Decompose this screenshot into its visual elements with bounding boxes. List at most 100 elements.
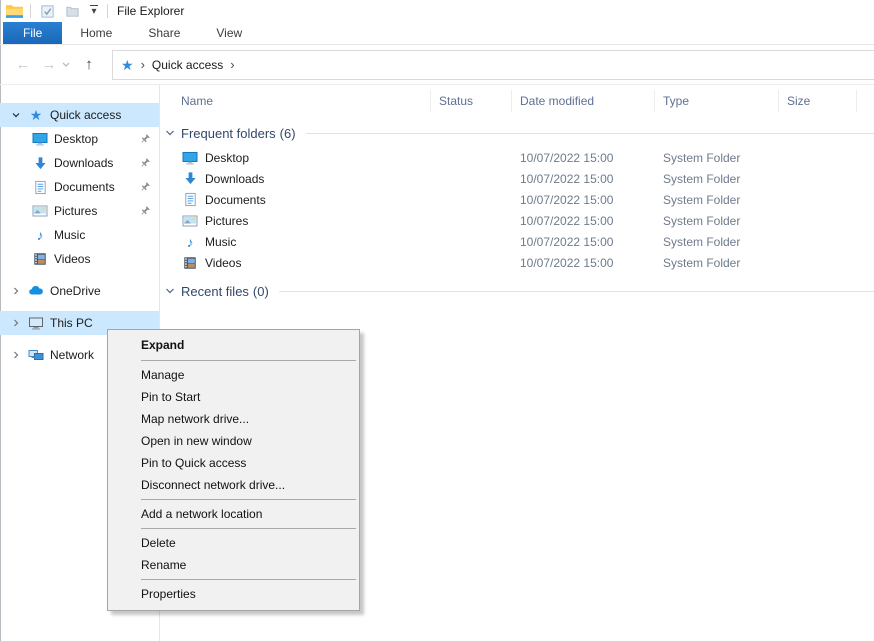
file-row-documents[interactable]: Documents 10/07/2022 15:00 System Folder [160, 189, 874, 210]
music-note-icon: ♪ [32, 227, 48, 243]
qat-properties-icon[interactable] [38, 2, 56, 20]
sidebar-item-label: OneDrive [50, 284, 101, 298]
sidebar-item-onedrive[interactable]: OneDrive [0, 279, 159, 303]
chevron-right-icon[interactable] [8, 315, 24, 331]
navigation-bar: ← → ↑ ★ › Quick access › [0, 45, 874, 85]
menu-item-delete[interactable]: Delete [108, 532, 359, 554]
breadcrumb-quick-access[interactable]: Quick access [152, 58, 223, 72]
music-note-icon: ♪ [182, 234, 198, 250]
tab-share[interactable]: Share [130, 22, 198, 44]
sidebar-item-videos[interactable]: Videos [0, 247, 159, 271]
file-row-downloads[interactable]: Downloads 10/07/2022 15:00 System Folder [160, 168, 874, 189]
menu-item-map-network-drive[interactable]: Map network drive... [108, 408, 359, 430]
column-header-status[interactable]: Status [431, 90, 512, 112]
title-bar: ▾ File Explorer [0, 0, 874, 22]
pin-icon [139, 181, 151, 193]
documents-icon [182, 192, 198, 208]
file-type: System Folder [655, 235, 779, 249]
breadcrumb-chevron-icon[interactable]: › [141, 58, 145, 71]
sidebar-item-documents[interactable]: Documents [0, 175, 159, 199]
chevron-down-icon [165, 286, 175, 296]
menu-item-add-a-network-location[interactable]: Add a network location [108, 503, 359, 525]
menu-item-expand[interactable]: Expand [108, 333, 359, 357]
frequent-folders-rows: Desktop 10/07/2022 15:00 System Folder D… [160, 147, 874, 273]
file-name: Videos [205, 256, 241, 270]
address-bar[interactable]: ★ › Quick access › [112, 50, 874, 80]
group-count: (6) [280, 126, 296, 141]
file-name: Downloads [205, 172, 264, 186]
column-header-filler [857, 90, 874, 112]
file-date-modified: 10/07/2022 15:00 [512, 235, 655, 249]
tab-file[interactable]: File [3, 22, 62, 44]
file-row-pictures[interactable]: Pictures 10/07/2022 15:00 System Folder [160, 210, 874, 231]
column-header-name[interactable]: Name [160, 90, 431, 112]
sidebar-item-desktop[interactable]: Desktop [0, 127, 159, 151]
qat-new-folder-icon[interactable] [63, 2, 81, 20]
file-date-modified: 10/07/2022 15:00 [512, 172, 655, 186]
pin-icon [139, 133, 151, 145]
window-title: File Explorer [117, 4, 184, 18]
group-count: (0) [253, 284, 269, 299]
sidebar-item-label: Pictures [54, 204, 97, 218]
chevron-right-icon[interactable] [8, 283, 24, 299]
file-name: Desktop [205, 151, 249, 165]
network-icon [28, 347, 44, 363]
sidebar-item-label: Downloads [54, 156, 113, 170]
sidebar-item-label: Videos [54, 252, 90, 266]
file-date-modified: 10/07/2022 15:00 [512, 193, 655, 207]
forward-icon[interactable]: → [36, 57, 62, 72]
sidebar-item-downloads[interactable]: Downloads [0, 151, 159, 175]
qat-customize-dropdown-icon[interactable]: ▾ [88, 5, 100, 17]
quick-access-star-icon: ★ [28, 107, 44, 123]
sidebar-item-music[interactable]: ♪ Music [0, 223, 159, 247]
sidebar-item-pictures[interactable]: Pictures [0, 199, 159, 223]
chevron-right-icon[interactable] [8, 347, 24, 363]
tab-home[interactable]: Home [62, 22, 130, 44]
recent-locations-chevron-icon[interactable] [62, 62, 76, 68]
pin-icon [139, 205, 151, 217]
group-header-recent-files[interactable]: Recent files (0) [165, 281, 874, 301]
this-pc-context-menu: Expand Manage Pin to Start Map network d… [107, 329, 360, 611]
breadcrumb-chevron-icon[interactable]: › [230, 58, 234, 71]
up-icon[interactable]: ↑ [76, 57, 102, 72]
file-row-music[interactable]: ♪ Music 10/07/2022 15:00 System Folder [160, 231, 874, 252]
file-row-videos[interactable]: Videos 10/07/2022 15:00 System Folder [160, 252, 874, 273]
group-header-frequent-folders[interactable]: Frequent folders (6) [165, 123, 874, 143]
qat-separator [30, 4, 31, 18]
menu-item-disconnect-network-drive[interactable]: Disconnect network drive... [108, 474, 359, 496]
file-date-modified: 10/07/2022 15:00 [512, 151, 655, 165]
menu-item-pin-to-start[interactable]: Pin to Start [108, 386, 359, 408]
desktop-icon [182, 150, 198, 166]
menu-item-manage[interactable]: Manage [108, 364, 359, 386]
sidebar-item-label: Documents [54, 180, 115, 194]
column-header-row: Name Status Date modified Type Size [160, 89, 874, 113]
pin-icon [139, 157, 151, 169]
documents-icon [32, 179, 48, 195]
group-label: Recent files [181, 284, 249, 299]
file-name: Music [205, 235, 236, 249]
pictures-icon [32, 203, 48, 219]
file-row-desktop[interactable]: Desktop 10/07/2022 15:00 System Folder [160, 147, 874, 168]
column-header-size[interactable]: Size [779, 90, 857, 112]
file-type: System Folder [655, 193, 779, 207]
sidebar-item-quick-access[interactable]: ★ Quick access [0, 103, 159, 127]
menu-item-open-in-new-window[interactable]: Open in new window [108, 430, 359, 452]
back-icon[interactable]: ← [10, 57, 36, 72]
menu-item-properties[interactable]: Properties [108, 583, 359, 605]
column-header-date-modified[interactable]: Date modified [512, 90, 655, 112]
sidebar-item-label: This PC [50, 316, 93, 330]
sidebar-item-label: Quick access [50, 108, 121, 122]
menu-item-rename[interactable]: Rename [108, 554, 359, 576]
file-name: Pictures [205, 214, 248, 228]
videos-icon [32, 251, 48, 267]
menu-item-pin-to-quick-access[interactable]: Pin to Quick access [108, 452, 359, 474]
qat-separator [107, 4, 108, 18]
column-header-type[interactable]: Type [655, 90, 779, 112]
menu-separator [141, 360, 356, 361]
ribbon-tab-bar: File Home Share View [0, 22, 874, 45]
chevron-down-icon[interactable] [8, 107, 24, 123]
downloads-icon [182, 171, 198, 187]
tab-view[interactable]: View [198, 22, 260, 44]
menu-separator [141, 528, 356, 529]
onedrive-cloud-icon [28, 283, 44, 299]
